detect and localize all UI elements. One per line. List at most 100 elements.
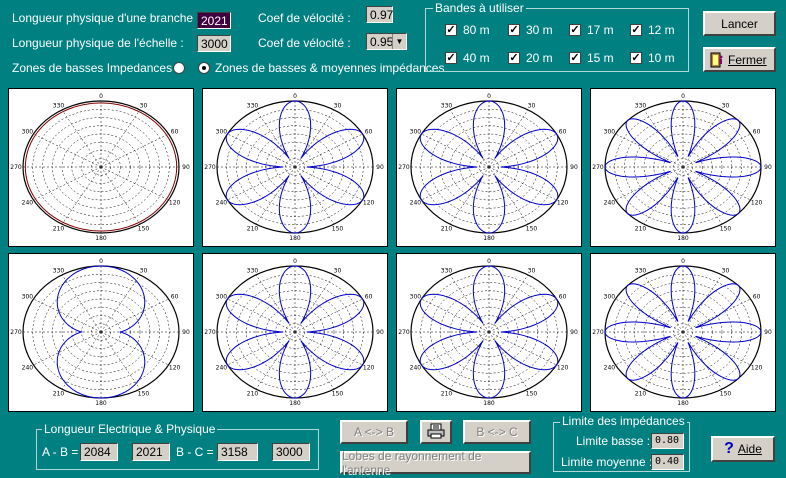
polar-tick-label: 180	[483, 235, 495, 242]
ab-physical-field[interactable]: 2021	[132, 443, 170, 461]
band-label: 30 m	[526, 23, 553, 37]
polar-tick-label: 180	[95, 400, 107, 407]
polar-tick-label: 300	[22, 294, 34, 301]
polar-tick-label: 60	[365, 294, 373, 301]
band-checkbox-40m[interactable]: ✓	[445, 52, 457, 64]
polar-tick-label: 30	[528, 103, 536, 110]
branch-length-label: Longueur physique d'une branche :	[12, 11, 200, 25]
band-label: 17 m	[587, 23, 614, 37]
polar-tick-label: 120	[363, 200, 375, 207]
band-checkbox-17m[interactable]: ✓	[569, 24, 581, 36]
band-label: 40 m	[463, 51, 490, 65]
limit-mid-label: Limite moyenne :	[561, 455, 653, 469]
polar-tick-label: 270	[592, 164, 604, 171]
zone-lowmid-label: Zones de basses & moyennes impédances	[215, 61, 445, 75]
polar-tick-label: 30	[334, 268, 342, 275]
polar-tick-label: 270	[398, 164, 410, 171]
polar-tick-label: 150	[138, 225, 150, 232]
polar-tick-label: 240	[216, 200, 228, 207]
branch-length-field[interactable]: 2021	[197, 12, 231, 29]
chevron-down-icon[interactable]: ▼	[392, 34, 406, 49]
limit-mid-field[interactable]: 0.40	[651, 454, 684, 470]
polar-tick-label: 30	[140, 268, 148, 275]
polar-plot-3: 0 30 60 90 120 150 180 210 240 270 300 330	[396, 88, 582, 247]
polar-tick-label: 150	[526, 225, 538, 232]
polar-plot-6: 0 30 60 90 120 150 180 210 240 270 300 330	[202, 253, 388, 412]
velocity-coef-select[interactable]: 0.95 ▼	[366, 33, 407, 50]
ab-label: A - B =	[42, 445, 79, 459]
printer-icon	[427, 423, 445, 442]
polar-tick-label: 210	[635, 225, 647, 232]
polar-tick-label: 90	[764, 164, 772, 171]
launch-button[interactable]: Lancer	[703, 11, 776, 36]
ab-electric-field[interactable]: 2084	[80, 443, 118, 461]
polar-tick-label: 210	[247, 225, 259, 232]
polar-tick-label: 60	[559, 129, 567, 136]
close-button[interactable]: Fermer	[703, 47, 776, 72]
zone-lowmid-radio[interactable]	[198, 62, 210, 74]
polar-tick-label: 0	[487, 258, 491, 265]
polar-tick-label: 60	[559, 294, 567, 301]
polar-tick-label: 210	[247, 390, 259, 397]
polar-tick-label: 0	[487, 93, 491, 100]
band-checkbox-30m[interactable]: ✓	[508, 24, 520, 36]
polar-tick-label: 300	[604, 294, 616, 301]
bc-physical-field[interactable]: 3000	[272, 443, 310, 461]
polar-tick-label: 60	[753, 129, 761, 136]
print-button[interactable]	[420, 420, 452, 444]
polar-tick-label: 30	[722, 268, 730, 275]
band-checkbox-80m[interactable]: ✓	[445, 24, 457, 36]
polar-plot-4: 0 30 60 90 120 150 180 210 240 270 300 330	[590, 88, 776, 247]
polar-tick-label: 150	[720, 390, 732, 397]
polar-tick-label: 150	[720, 225, 732, 232]
polar-tick-label: 0	[99, 93, 103, 100]
polar-tick-label: 330	[53, 268, 65, 275]
polar-tick-label: 180	[677, 400, 689, 407]
swap-ab-button[interactable]: A <-> B	[340, 420, 408, 444]
polar-tick-label: 90	[182, 164, 190, 171]
band-checkbox-12m[interactable]: ✓	[630, 24, 642, 36]
limits-group-title: Limite des impédances	[560, 414, 687, 428]
polar-tick-label: 330	[441, 103, 453, 110]
polar-tick-label: 180	[677, 235, 689, 242]
ladder-length-field[interactable]: 3000	[197, 35, 231, 52]
band-label: 20 m	[526, 51, 553, 65]
bc-electric-field[interactable]: 3158	[217, 443, 258, 461]
polar-tick-label: 0	[293, 93, 297, 100]
velocity-coef2-label: Coef de vélocité :	[258, 36, 351, 50]
polar-tick-label: 120	[751, 200, 763, 207]
polar-tick-label: 240	[410, 365, 422, 372]
help-button[interactable]: ? Aide	[711, 436, 775, 462]
polar-tick-label: 330	[635, 103, 647, 110]
polar-spoke	[33, 133, 102, 168]
polar-tick-label: 300	[22, 129, 34, 136]
velocity-coef-label: Coef de vélocité :	[258, 11, 351, 25]
zone-low-radio[interactable]	[173, 62, 185, 74]
polar-tick-label: 60	[171, 294, 179, 301]
zone-low-label: Zones de basses Impedances	[12, 61, 173, 75]
polar-tick-label: 270	[204, 329, 216, 336]
swap-bc-button[interactable]: B <-> C	[463, 420, 531, 444]
limit-low-field[interactable]: 0.80	[651, 433, 684, 449]
polar-tick-label: 210	[441, 225, 453, 232]
polar-spoke	[33, 166, 102, 201]
polar-tick-label: 60	[753, 294, 761, 301]
polar-tick-label: 180	[289, 400, 301, 407]
polar-tick-label: 120	[751, 365, 763, 372]
band-checkbox-15m[interactable]: ✓	[569, 52, 581, 64]
band-checkbox-20m[interactable]: ✓	[508, 52, 520, 64]
polar-tick-label: 120	[169, 365, 181, 372]
velocity-coef-select-value: 0.95	[370, 35, 394, 49]
polar-tick-label: 210	[441, 390, 453, 397]
velocity-coef-field[interactable]: 0.97	[366, 6, 393, 23]
polar-tick-label: 60	[365, 129, 373, 136]
polar-spoke	[33, 298, 102, 333]
polar-tick-label: 30	[722, 103, 730, 110]
band-checkbox-10m[interactable]: ✓	[630, 52, 642, 64]
help-button-label: Aide	[737, 442, 762, 456]
polar-tick-label: 240	[216, 365, 228, 372]
polar-tick-label: 0	[99, 258, 103, 265]
bc-label: B - C =	[176, 445, 214, 459]
polar-tick-label: 240	[604, 200, 616, 207]
radiation-lobes-button[interactable]: Lobes de rayonnement de l'antenne	[340, 449, 531, 477]
